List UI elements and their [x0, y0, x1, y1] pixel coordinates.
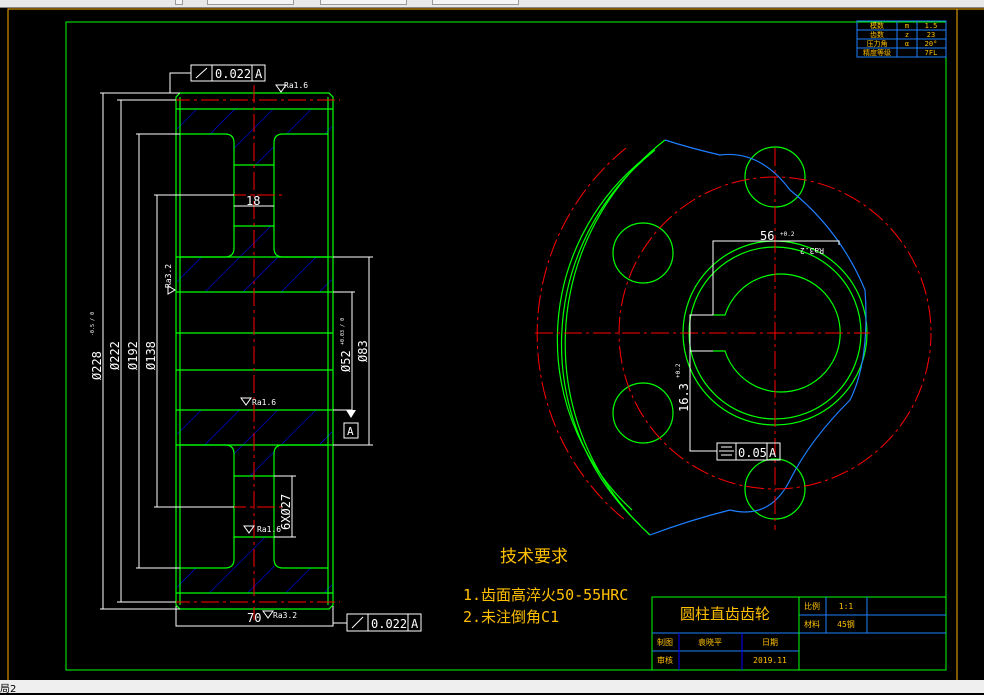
keyway-depth-tolerance: +0.2 — [675, 363, 682, 378]
runout-datum: A — [255, 67, 263, 81]
roughness-hub: Ra1.6 — [252, 398, 276, 407]
drawing-canvas[interactable]: 模数 m 1.5 齿数 z 23 压力角 α 20° 精度等级 7FL Ø228… — [0, 8, 984, 680]
keyway-width-tolerance: +0.2 — [780, 231, 795, 238]
technical-requirements: 技术要求 1.齿面高淬火50-55HRC 2.未注倒角C1 — [463, 547, 628, 626]
toolbar-strip — [0, 0, 984, 8]
scale-label: 比例 — [804, 601, 820, 611]
date-label: 日期 — [762, 638, 778, 647]
keyway-roughness: Ra3.2 — [800, 246, 824, 255]
param-symbol: z — [905, 31, 909, 39]
param-value: 1.5 — [925, 22, 938, 30]
part-name: 圆柱直齿齿轮 — [680, 605, 770, 623]
keyway-width-dim: 56 — [760, 229, 774, 243]
runout-value: 0.022 — [371, 617, 407, 631]
dim-192: Ø192 — [126, 341, 140, 370]
runout-tolerance-top: 0.022 A — [190, 64, 266, 82]
roughness-hole: Ra1.6 — [257, 525, 281, 534]
param-name: 齿数 — [870, 30, 884, 39]
param-name: 压力角 — [867, 39, 888, 48]
dim-hub: Ø83 — [356, 340, 370, 362]
dim-138: Ø138 — [144, 341, 158, 370]
param-symbol: m — [905, 22, 909, 30]
dim-web: 18 — [246, 194, 260, 208]
param-symbol: α — [905, 40, 909, 48]
tech-req-item: 2.未注倒角C1 — [463, 608, 559, 626]
dim-tip-diameter: Ø228 — [90, 351, 104, 380]
material-value: 45钢 — [837, 619, 855, 629]
drawn-name: 袁晓平 — [698, 637, 722, 647]
symmetry-tolerance: 0.05 A — [716, 442, 781, 461]
toolbar-handle[interactable] — [175, 0, 183, 5]
layout-tab-bar: 局2 — [0, 680, 984, 695]
roughness-bottom: Ra3.2 — [273, 611, 297, 620]
cad-drawing: 模数 m 1.5 齿数 z 23 压力角 α 20° 精度等级 7FL Ø228… — [7, 8, 984, 680]
runout-arrow-icon — [195, 67, 208, 79]
runout-tolerance-bottom: 0.022 A — [333, 613, 422, 632]
param-value: 7FL — [925, 49, 938, 57]
dim-tip-tolerance: -0.5 / 0 — [90, 312, 96, 336]
title-block: 圆柱直齿齿轮 比例 1:1 材料 45钢 制图 袁晓平 日期 审核 2019.1… — [651, 596, 947, 671]
roughness-top: Ra1.6 — [284, 81, 308, 90]
datum-label: A — [347, 425, 354, 438]
runout-value: 0.022 — [215, 67, 251, 81]
tech-req-title: 技术要求 — [500, 547, 568, 567]
front-view: 56 +0.2 16.3 +0.2 Ra3.2 0.05 A — [535, 139, 932, 536]
runout-arrow-icon — [351, 616, 364, 629]
drawn-label: 制图 — [657, 637, 673, 647]
dim-bore-tolerance: +0.03 / 0 — [340, 318, 346, 345]
parameter-table: 模数 m 1.5 齿数 z 23 压力角 α 20° 精度等级 7FL — [856, 20, 947, 58]
param-value: 20° — [925, 40, 938, 48]
section-view: Ø228 -0.5 / 0 Ø222 Ø192 Ø138 Ø52 +0.03 /… — [90, 64, 422, 632]
toolbar-dropdown[interactable] — [432, 0, 519, 5]
date-value: 2019.11 — [753, 656, 787, 665]
param-name: 模数 — [870, 21, 884, 30]
dim-holes: 6XØ27 — [279, 494, 293, 530]
toolbar-dropdown[interactable] — [207, 0, 294, 5]
dim-pitch-diameter: Ø222 — [108, 341, 122, 370]
dim-bore: Ø52 — [339, 350, 353, 372]
param-name: 精度等级 — [863, 48, 891, 57]
scale-value: 1:1 — [839, 602, 854, 611]
param-value: 23 — [927, 31, 935, 39]
symmetry-icon — [719, 446, 734, 456]
tech-req-item: 1.齿面高淬火50-55HRC — [463, 586, 628, 604]
runout-datum: A — [411, 617, 419, 631]
material-label: 材料 — [804, 619, 820, 629]
toolbar-dropdown[interactable] — [320, 0, 407, 5]
review-label: 审核 — [657, 655, 673, 665]
dim-width: 70 — [247, 611, 261, 625]
symmetry-datum: A — [769, 446, 777, 460]
roughness-side: Ra3.2 — [164, 264, 173, 288]
symmetry-value: 0.05 — [738, 446, 767, 460]
keyway-depth-dim: 16.3 — [677, 383, 691, 412]
